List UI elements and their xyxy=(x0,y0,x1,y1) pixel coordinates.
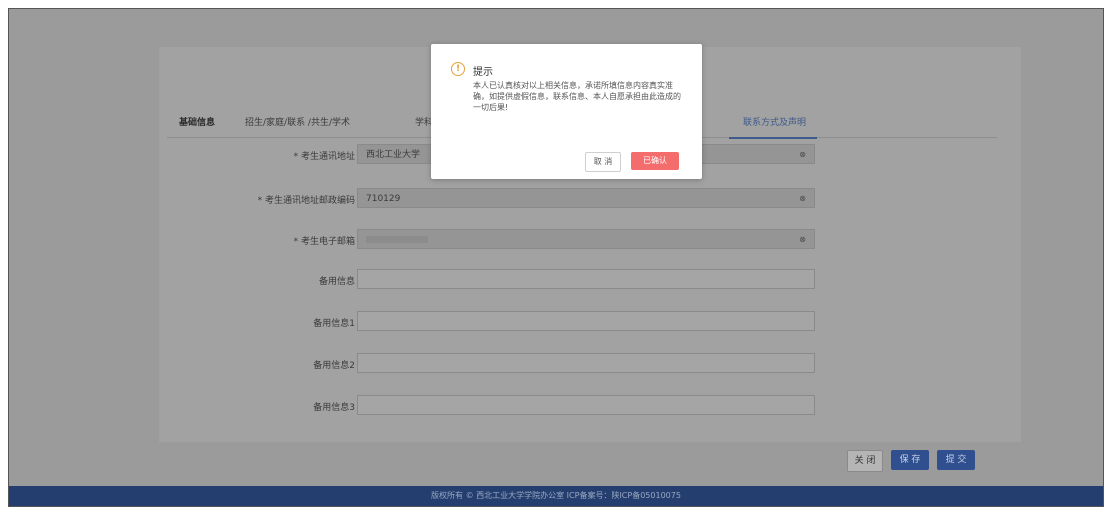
chevron-down-icon: ⊗ xyxy=(799,150,806,159)
backup-info-input[interactable] xyxy=(357,269,815,289)
backup-info-3-input[interactable] xyxy=(357,395,815,415)
email-select[interactable]: ⊗ xyxy=(357,229,815,249)
tab-family-contact[interactable]: 招生/家庭/联系 /共生/学术 xyxy=(245,115,350,128)
dialog-title: 提示 xyxy=(473,67,493,78)
field-label: 备用信息3 xyxy=(313,403,355,413)
field-value: 710129 xyxy=(366,194,401,204)
form-row-backup1: 备用信息1 xyxy=(159,311,1021,333)
close-button[interactable]: 关 闭 xyxy=(847,450,883,472)
form-row-backup2: 备用信息2 xyxy=(159,353,1021,375)
form-row-backup3: 备用信息3 xyxy=(159,395,1021,417)
field-label: 备用信息2 xyxy=(313,361,355,371)
masked-value xyxy=(366,236,428,243)
tab-contact-declaration[interactable]: 联系方式及声明 xyxy=(743,115,806,128)
field-label: 备用信息1 xyxy=(313,319,355,329)
save-button[interactable]: 保 存 xyxy=(891,450,929,470)
form-row-backup: 备用信息 xyxy=(159,269,1021,291)
cancel-button[interactable]: 取 消 xyxy=(585,152,621,172)
postcode-select[interactable]: 710129 ⊗ xyxy=(357,188,815,208)
warning-icon: ! xyxy=(451,62,465,76)
chevron-down-icon: ⊗ xyxy=(799,194,806,203)
field-label: * 考生电子邮箱 xyxy=(293,237,355,247)
chevron-down-icon: ⊗ xyxy=(799,235,806,244)
form-row-postcode: * 考生通讯地址邮政编码 710129 ⊗ xyxy=(159,188,1021,210)
backup-info-2-input[interactable] xyxy=(357,353,815,373)
backup-info-1-input[interactable] xyxy=(357,311,815,331)
active-tab-indicator xyxy=(729,137,817,139)
confirm-button[interactable]: 已确认 xyxy=(631,152,679,170)
confirm-dialog: ! 提示 本人已认真核对以上相关信息，承诺所填信息内容真实准确，如提供虚假信息，… xyxy=(431,44,702,179)
form-row-email: * 考生电子邮箱 ⊗ xyxy=(159,229,1021,251)
tab-basic-info[interactable]: 基础信息 xyxy=(179,115,215,128)
dialog-message: 本人已认真核对以上相关信息，承诺所填信息内容真实准确，如提供虚假信息，联系信息、… xyxy=(473,81,681,112)
field-label: * 考生通讯地址邮政编码 xyxy=(257,196,355,206)
field-label: 备用信息 xyxy=(318,277,355,287)
footer: 版权所有 © 西北工业大学学院办公室 ICP备案号：陕ICP备05010075 xyxy=(9,486,1103,506)
field-label: * 考生通讯地址 xyxy=(293,152,355,162)
submit-button[interactable]: 提 交 xyxy=(937,450,975,470)
browser-viewport: 基础信息 招生/家庭/联系 /共生/学术 学科专 联系方式及声明 * 考生通讯地… xyxy=(8,8,1104,507)
field-value: 西北工业大学 xyxy=(366,150,421,160)
